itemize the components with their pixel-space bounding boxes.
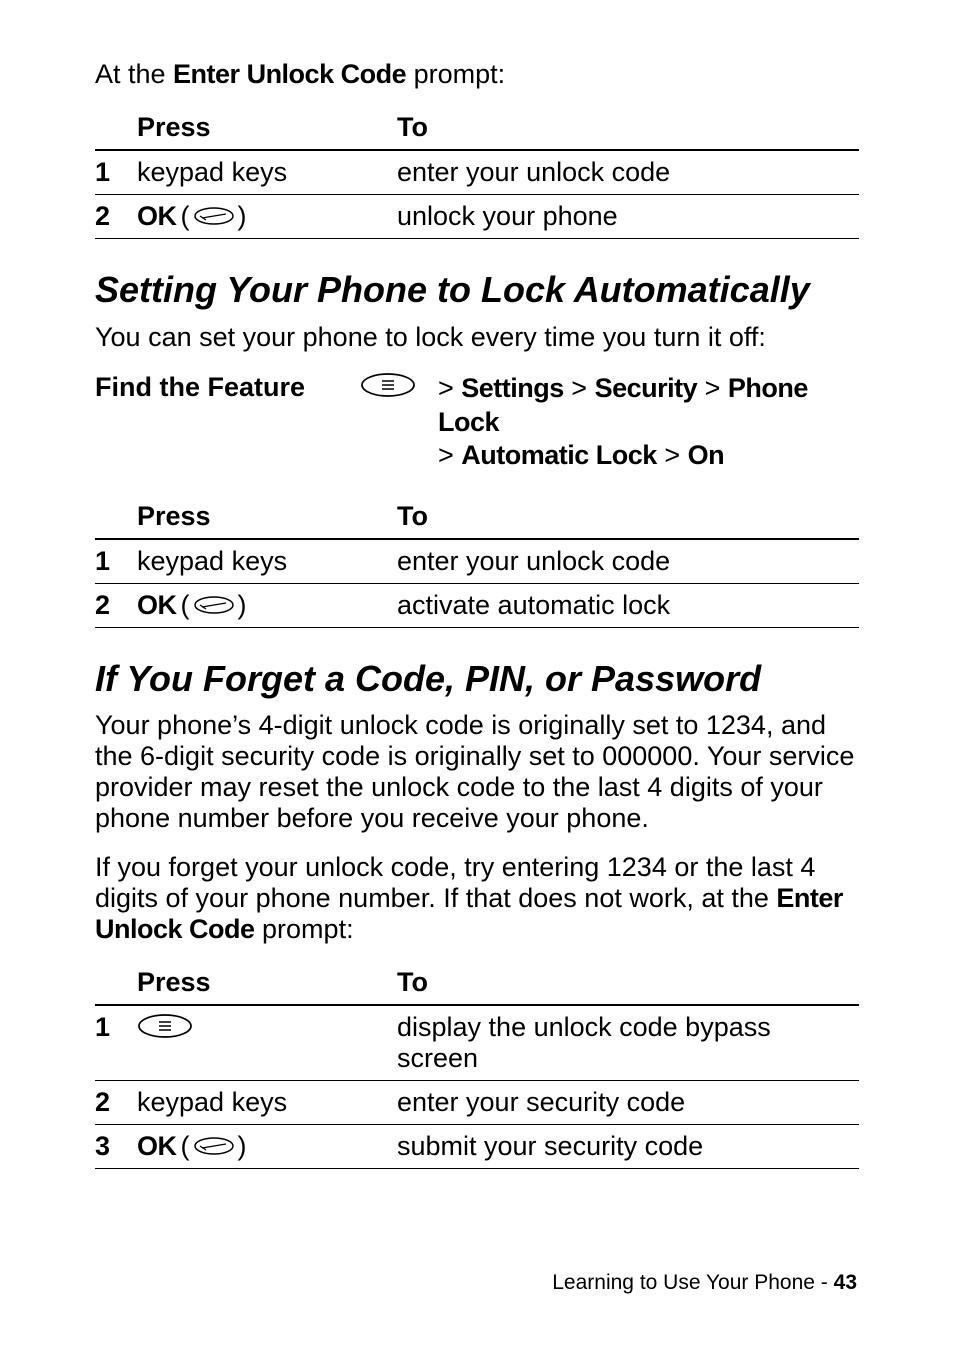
menu-key-icon [360, 372, 438, 403]
bypass-table: Press To 1 display the unl [95, 963, 859, 1169]
row-press: keypad keys [137, 150, 397, 195]
footer-section: Learning to Use Your Phone [552, 1271, 815, 1294]
ok-label: OK [137, 590, 177, 621]
intro-suffix: prompt: [406, 59, 505, 89]
path-autolock: Automatic Lock [461, 440, 657, 470]
row-num: 2 [95, 1081, 137, 1125]
left-paren: ( [181, 590, 190, 621]
row-to: enter your unlock code [397, 150, 859, 195]
table-row: 1 display the unlock code bypass screen [95, 1005, 859, 1081]
row-num: 1 [95, 539, 137, 584]
page-footer: Learning to Use Your Phone - 43 [552, 1271, 857, 1295]
left-paren: ( [181, 201, 190, 232]
softkey-icon [194, 590, 234, 621]
row-to: activate automatic lock [397, 584, 859, 628]
ok-label: OK [137, 201, 177, 232]
autolock-paragraph: You can set your phone to lock every tim… [95, 321, 859, 353]
table-row: 1 keypad keys enter your unlock code [95, 150, 859, 195]
row-num: 1 [95, 150, 137, 195]
forget-paragraph-2: If you forget your unlock code, try ente… [95, 852, 859, 945]
row-num: 1 [95, 1005, 137, 1081]
find-feature-row: Find the Feature > Settings > Security >… [95, 372, 859, 473]
path-settings: Settings [461, 373, 564, 403]
menu-key-icon [137, 1013, 193, 1046]
table-row: 1 keypad keys enter your unlock code [95, 539, 859, 584]
table-row: 2 OK ( ) unlock your phone [95, 195, 859, 239]
row-to: enter your security code [397, 1081, 859, 1125]
row-num: 2 [95, 584, 137, 628]
table2-head-to: To [397, 497, 859, 539]
path-security: Security [595, 373, 698, 403]
forget2-post: prompt: [255, 914, 354, 944]
table1-head-to: To [397, 108, 859, 150]
table1-head-press: Press [137, 108, 397, 150]
table3-head-press: Press [137, 963, 397, 1005]
autolock-heading: Setting Your Phone to Lock Automatically [95, 269, 859, 311]
ok-label: OK [137, 1131, 177, 1162]
row-num: 2 [95, 195, 137, 239]
row-press: OK ( ) [137, 584, 397, 628]
row-to: display the unlock code bypass screen [397, 1005, 859, 1081]
forget-heading: If You Forget a Code, PIN, or Password [95, 658, 859, 700]
unlock-table: Press To 1 keypad keys enter your unlock… [95, 108, 859, 239]
row-to: submit your security code [397, 1125, 859, 1169]
right-paren: ) [238, 590, 247, 621]
table-row: 2 OK ( ) activate automatic lock [95, 584, 859, 628]
table-row: 2 keypad keys enter your security code [95, 1081, 859, 1125]
row-to: unlock your phone [397, 195, 859, 239]
row-press: OK ( ) [137, 195, 397, 239]
path-on: On [688, 440, 725, 470]
footer-pagenum: 43 [834, 1271, 857, 1294]
left-paren: ( [181, 1131, 190, 1162]
row-press [137, 1005, 397, 1081]
row-press: keypad keys [137, 539, 397, 584]
row-press: OK ( ) [137, 1125, 397, 1169]
row-press: keypad keys [137, 1081, 397, 1125]
softkey-icon [194, 1131, 234, 1162]
forget-paragraph-1: Your phone’s 4-digit unlock code is orig… [95, 710, 859, 834]
footer-sep: - [815, 1271, 834, 1294]
row-num: 3 [95, 1125, 137, 1169]
table-row: 3 OK ( ) submit your security code [95, 1125, 859, 1169]
intro-prefix: At the [95, 59, 173, 89]
forget2-pre: If you forget your unlock code, try ente… [95, 852, 815, 913]
right-paren: ) [238, 1131, 247, 1162]
table2-head-press: Press [137, 497, 397, 539]
intro-line: At the Enter Unlock Code prompt: [95, 58, 859, 90]
softkey-icon [194, 201, 234, 232]
table3-head-to: To [397, 963, 859, 1005]
right-paren: ) [238, 201, 247, 232]
find-feature-label: Find the Feature [95, 372, 360, 403]
intro-code: Enter Unlock Code [173, 59, 406, 89]
find-feature-path: > Settings > Security > Phone Lock > Aut… [438, 372, 859, 473]
row-to: enter your unlock code [397, 539, 859, 584]
autolock-table: Press To 1 keypad keys enter your unlock… [95, 497, 859, 628]
